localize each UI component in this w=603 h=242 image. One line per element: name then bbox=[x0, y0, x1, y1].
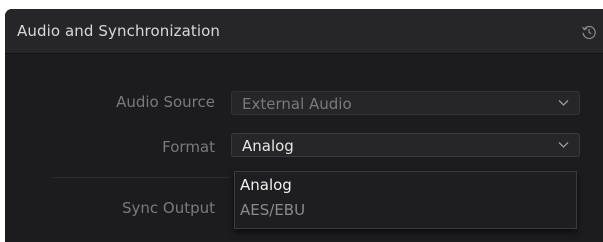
format-value: Analog bbox=[242, 137, 294, 155]
format-dropdown-menu: Analog AES/EBU bbox=[234, 171, 577, 229]
format-select[interactable]: Analog bbox=[231, 133, 580, 157]
section-divider bbox=[53, 177, 229, 178]
dropdown-option-analog[interactable]: Analog bbox=[235, 174, 576, 199]
dropdown-option-label: Analog bbox=[240, 176, 292, 194]
dropdown-option-aes-ebu[interactable]: AES/EBU bbox=[235, 199, 576, 224]
sync-output-label: Sync Output bbox=[121, 199, 215, 217]
audio-source-value: External Audio bbox=[242, 95, 352, 113]
dropdown-option-label: AES/EBU bbox=[240, 201, 306, 219]
audio-sync-panel: Audio and Synchronization Audio Source E… bbox=[5, 9, 603, 242]
panel-title: Audio and Synchronization bbox=[17, 22, 221, 40]
reset-icon[interactable] bbox=[581, 24, 597, 40]
chevron-down-icon bbox=[558, 100, 569, 106]
chevron-down-icon bbox=[558, 142, 569, 148]
audio-source-select[interactable]: External Audio bbox=[231, 91, 580, 115]
panel-header: Audio and Synchronization bbox=[5, 9, 603, 54]
audio-source-label: Audio Source bbox=[116, 93, 215, 111]
format-label: Format bbox=[162, 138, 215, 156]
